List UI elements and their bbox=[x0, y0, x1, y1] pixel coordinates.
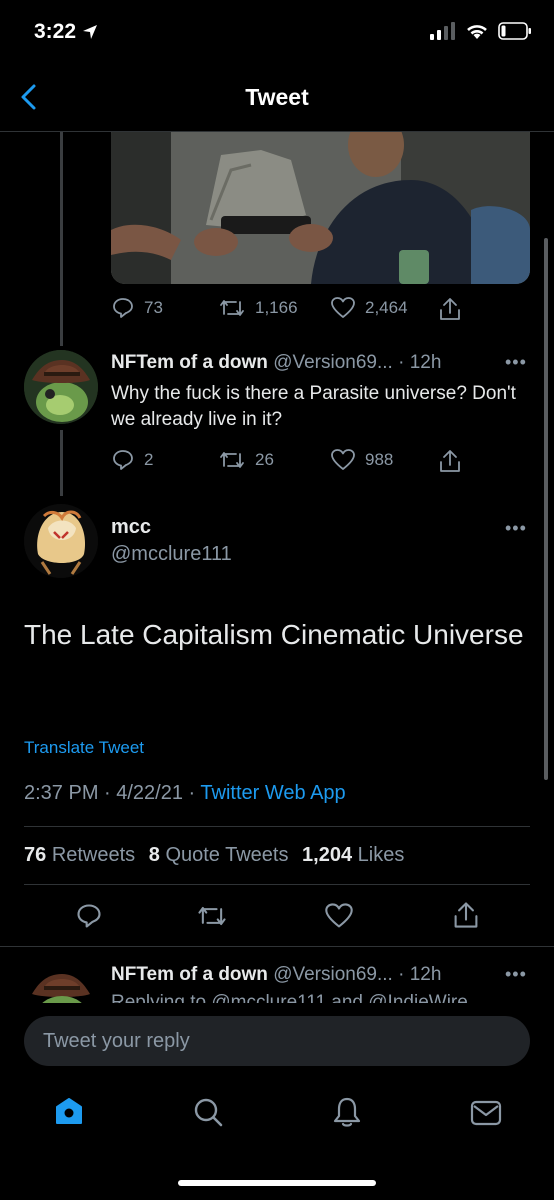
retweet-count: 1,166 bbox=[255, 298, 298, 317]
retweet-action[interactable]: 1,166 bbox=[218, 296, 298, 320]
tweet-time: · 12h bbox=[398, 964, 442, 985]
author-handle[interactable]: @Version69... bbox=[273, 964, 393, 985]
tab-home[interactable] bbox=[54, 1096, 84, 1126]
share-action[interactable] bbox=[438, 296, 462, 322]
avatar[interactable] bbox=[24, 504, 98, 578]
divider bbox=[24, 826, 530, 827]
more-options-icon[interactable]: ••• bbox=[505, 352, 527, 373]
home-indicator bbox=[178, 1180, 376, 1186]
tab-messages[interactable] bbox=[470, 1099, 502, 1127]
heart-icon bbox=[331, 449, 355, 470]
more-options-icon[interactable]: ••• bbox=[505, 518, 527, 539]
thread-line-top bbox=[60, 132, 63, 346]
mail-icon bbox=[470, 1100, 502, 1126]
retweet-icon bbox=[220, 452, 244, 468]
reply-icon bbox=[113, 298, 133, 318]
likes-count: 1,204 bbox=[302, 844, 353, 866]
divider bbox=[0, 946, 554, 947]
reply-placeholder: Tweet your reply bbox=[43, 1030, 190, 1052]
retweets-count: 76 bbox=[24, 844, 47, 866]
quotes-count: 8 bbox=[148, 844, 160, 866]
next-reply[interactable]: NFTem of a down @Version69... · 12h ••• … bbox=[0, 948, 554, 1003]
location-arrow-icon bbox=[82, 24, 98, 40]
retweet-button[interactable] bbox=[196, 902, 228, 930]
tweet-media-image[interactable] bbox=[111, 120, 530, 284]
search-icon bbox=[194, 1098, 223, 1127]
reply-header: NFTem of a down @Version69... · 12h bbox=[111, 964, 441, 986]
likes-label: Likes bbox=[357, 844, 405, 866]
author-name[interactable]: mcc bbox=[111, 516, 151, 539]
main-tweet-text: The Late Capitalism Cinematic Universe bbox=[24, 619, 524, 650]
reply-action[interactable]: 2 bbox=[111, 448, 153, 472]
divider bbox=[24, 884, 530, 885]
tweet-time: · 12h bbox=[398, 352, 442, 373]
share-action[interactable] bbox=[438, 448, 462, 474]
avatar[interactable] bbox=[24, 350, 98, 424]
retweets-stat[interactable]: 76 Retweets bbox=[24, 844, 135, 866]
reply-input[interactable]: Tweet your reply bbox=[24, 1016, 530, 1066]
reply-action[interactable]: 73 bbox=[111, 296, 163, 320]
translate-link[interactable]: Translate Tweet bbox=[24, 738, 144, 758]
reply-icon bbox=[77, 904, 101, 928]
tweet-source-link[interactable]: Twitter Web App bbox=[200, 782, 345, 804]
top-header: Tweet bbox=[0, 60, 554, 132]
author-name[interactable]: NFTem of a down bbox=[111, 964, 268, 985]
wifi-icon bbox=[465, 22, 489, 40]
engagement-stats: 76 Retweets 8 Quote Tweets 1,204 Likes bbox=[24, 844, 404, 867]
reply-count: 2 bbox=[144, 450, 154, 469]
heart-icon bbox=[325, 903, 353, 928]
reply-button[interactable] bbox=[75, 902, 103, 930]
retweet-icon bbox=[220, 300, 244, 316]
quotes-label: Quote Tweets bbox=[165, 844, 289, 866]
author-handle[interactable]: @mcclure111 bbox=[111, 543, 232, 566]
tweet-timestamp: 2:37 PM · 4/22/21 · bbox=[24, 782, 201, 804]
page-title: Tweet bbox=[245, 84, 309, 110]
replying-to: Replying to @mcclure111 and @IndieWire bbox=[111, 992, 468, 1003]
home-icon bbox=[56, 1098, 82, 1124]
status-indicators bbox=[430, 22, 532, 40]
status-time: 3:22 bbox=[34, 20, 98, 44]
like-count: 988 bbox=[365, 450, 394, 469]
share-button[interactable] bbox=[452, 900, 480, 930]
reply-header: NFTem of a down @Version69... · 12h bbox=[111, 352, 441, 374]
tweet-text: Why the fuck is there a Parasite univers… bbox=[111, 383, 516, 430]
author-handle[interactable]: @Version69... bbox=[273, 352, 393, 373]
reply-icon bbox=[113, 450, 133, 470]
tab-search[interactable] bbox=[192, 1096, 224, 1128]
like-action[interactable]: 988 bbox=[330, 448, 393, 472]
like-action[interactable]: 2,464 bbox=[330, 296, 408, 320]
retweet-action[interactable]: 26 bbox=[218, 448, 274, 472]
author-name[interactable]: NFTem of a down bbox=[111, 352, 268, 373]
tab-notifications[interactable] bbox=[332, 1096, 362, 1128]
share-icon bbox=[440, 298, 460, 320]
retweet-icon bbox=[198, 906, 226, 926]
like-button[interactable] bbox=[324, 902, 354, 930]
heart-icon bbox=[331, 297, 355, 318]
scrollbar[interactable] bbox=[544, 238, 548, 780]
clock-text: 3:22 bbox=[34, 20, 77, 43]
more-options-icon[interactable]: ••• bbox=[505, 964, 527, 985]
share-icon bbox=[454, 902, 478, 928]
tweet-meta: 2:37 PM · 4/22/21 · Twitter Web App bbox=[24, 782, 346, 805]
reply-count: 73 bbox=[144, 298, 163, 317]
avatar[interactable] bbox=[24, 964, 98, 1003]
quotes-stat[interactable]: 8 Quote Tweets bbox=[149, 844, 289, 866]
like-count: 2,464 bbox=[365, 298, 408, 317]
battery-icon bbox=[498, 22, 532, 40]
thread-line-middle bbox=[60, 430, 63, 496]
retweets-label: Retweets bbox=[51, 844, 136, 866]
bell-icon bbox=[333, 1097, 361, 1127]
signal-icon bbox=[430, 22, 456, 40]
share-icon bbox=[440, 450, 460, 472]
likes-stat[interactable]: 1,204 Likes bbox=[302, 844, 404, 866]
retweet-count: 26 bbox=[255, 450, 274, 469]
